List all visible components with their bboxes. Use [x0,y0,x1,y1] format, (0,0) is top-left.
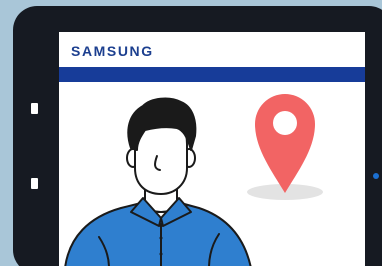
side-button-top [31,103,38,114]
tablet-device: SAMSUNG [13,6,382,266]
scene: SAMSUNG [0,0,382,266]
side-button-bottom [31,178,38,189]
camera-dot [373,173,379,179]
shirt-button [159,252,163,256]
man-avatar [64,97,252,266]
pin-hole [273,111,297,135]
shirt-button [159,236,163,240]
illustration [64,94,323,266]
pin-body [255,94,315,193]
tablet-screen: SAMSUNG [59,32,365,266]
map-pin-icon [247,94,323,200]
